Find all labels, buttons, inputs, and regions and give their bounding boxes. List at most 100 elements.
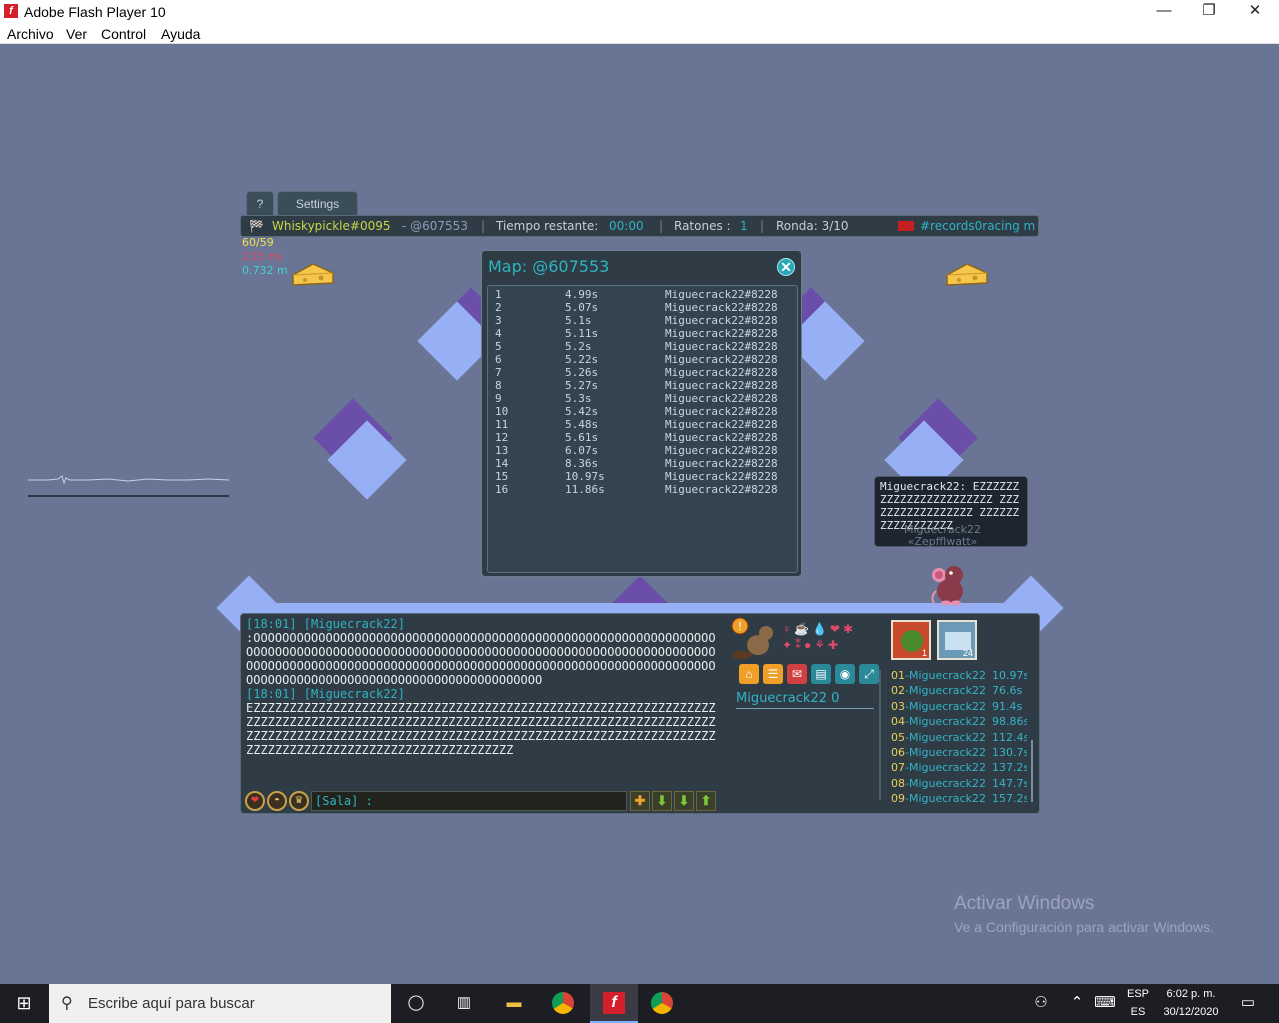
windows-start-icon[interactable]: ⊞ bbox=[13, 992, 35, 1014]
winter-badge-icon[interactable]: 24 bbox=[937, 620, 977, 660]
map-records-panel: Map: @607553 ✕ 1 4.99s Miguecrack22#8228 2 5… bbox=[481, 250, 802, 577]
language-bottom[interactable]: ES bbox=[1124, 1006, 1152, 1018]
separator: | bbox=[760, 219, 765, 233]
keyboard-icon[interactable]: ⌨ bbox=[1094, 992, 1116, 1014]
ranking-time: 91.4s bbox=[992, 699, 1023, 713]
shaman-name[interactable]: Whiskypickle#0095 bbox=[272, 216, 391, 236]
record-player[interactable]: Miguecrack22#8228 bbox=[665, 483, 778, 496]
record-player[interactable]: Miguecrack22#8228 bbox=[665, 418, 778, 431]
player-name-text: Miguecrack22 bbox=[736, 691, 827, 706]
ranking-scrollbar-thumb[interactable] bbox=[1031, 740, 1033, 802]
round-counter: Ronda: 3/10 bbox=[776, 219, 849, 233]
expand-chat-icon[interactable]: ✚ bbox=[630, 791, 650, 811]
chrome-icon[interactable] bbox=[651, 992, 673, 1014]
ranking-player: -Miguecrack22 bbox=[905, 776, 986, 790]
record-time: 4.99s bbox=[565, 288, 599, 301]
record-player[interactable]: Miguecrack22#8228 bbox=[665, 444, 778, 457]
ranking-row[interactable]: 07-Miguecrack22 137.2s bbox=[891, 760, 1027, 775]
chat-message: EZZZZZZZZZZZZZZZZZZZZZZZZZZZZZZZZZZZZZZZ… bbox=[246, 701, 716, 757]
chrome-icon[interactable] bbox=[552, 992, 574, 1014]
record-player[interactable]: Miguecrack22#8228 bbox=[665, 470, 778, 483]
record-player[interactable]: Miguecrack22#8228 bbox=[665, 431, 778, 444]
people-icon[interactable]: ⚇ bbox=[1030, 992, 1052, 1014]
player-avatar[interactable]: ! bbox=[730, 617, 776, 661]
record-player[interactable]: Miguecrack22#8228 bbox=[665, 405, 778, 418]
mouse-character[interactable] bbox=[926, 561, 970, 607]
clock-date[interactable]: 30/12/2020 bbox=[1158, 1006, 1224, 1018]
ranking-row[interactable]: 02-Miguecrack22 76.6s bbox=[891, 683, 1027, 698]
ranking-row[interactable]: 03-Miguecrack22 91.4s bbox=[891, 699, 1027, 714]
record-row: 16 11.86s Miguecrack22#8228 bbox=[495, 483, 795, 496]
arrow-down-icon[interactable]: ⬇ bbox=[674, 791, 694, 811]
menu-ver[interactable]: Ver bbox=[66, 26, 87, 42]
chat-bubble-icon[interactable]: ▤ bbox=[811, 664, 831, 684]
player-name[interactable]: Miguecrack22 0 bbox=[736, 691, 839, 706]
ranking-position: 02 bbox=[891, 684, 905, 698]
record-player[interactable]: Miguecrack22#8228 bbox=[665, 288, 778, 301]
ranking-row[interactable]: 05-Miguecrack22 112.4s bbox=[891, 730, 1027, 745]
status-icons[interactable]: ♀☕💧❤✱ ✦⁑●⚘✚ bbox=[782, 621, 872, 653]
flash-taskbar-item[interactable]: f bbox=[590, 984, 638, 1023]
record-rank: 12 bbox=[495, 431, 509, 444]
settings-tab[interactable]: Settings bbox=[277, 191, 358, 215]
notification-icon[interactable]: ▭ bbox=[1237, 992, 1259, 1014]
chat-input[interactable]: [Sala] : bbox=[311, 791, 627, 811]
home-icon[interactable]: ⌂ bbox=[739, 664, 759, 684]
tribe-icon[interactable]: ◓ bbox=[267, 791, 287, 811]
shop-icon[interactable]: ♛ bbox=[289, 791, 309, 811]
heart-icon[interactable]: ❤ bbox=[245, 791, 265, 811]
taskbar-search[interactable]: ⚲ Escribe aquí para buscar bbox=[49, 984, 391, 1023]
minimize-button[interactable]: — bbox=[1141, 0, 1187, 24]
record-player[interactable]: Miguecrack22#8228 bbox=[665, 379, 778, 392]
chevron-up-icon[interactable]: ⌃ bbox=[1066, 992, 1088, 1014]
ranking-row[interactable]: 06-Miguecrack22 130.7s bbox=[891, 745, 1027, 760]
cortana-icon[interactable]: ◯ bbox=[405, 992, 427, 1014]
record-row: 3 5.1s Miguecrack22#8228 bbox=[495, 314, 795, 327]
language-top[interactable]: ESP bbox=[1124, 988, 1152, 1000]
close-icon[interactable]: ✕ bbox=[777, 258, 795, 276]
fullscreen-icon[interactable]: ⤢ bbox=[859, 664, 879, 684]
clock-time[interactable]: 6:02 p. m. bbox=[1158, 988, 1224, 1000]
record-player[interactable]: Miguecrack22#8228 bbox=[665, 392, 778, 405]
arrow-up-icon[interactable]: ⬆ bbox=[696, 791, 716, 811]
ranking-player: -Miguecrack22 bbox=[905, 746, 986, 759]
record-player[interactable]: Miguecrack22#8228 bbox=[665, 301, 778, 314]
ranking-row[interactable]: 04-Miguecrack22 98.86s bbox=[891, 714, 1027, 729]
ranking-row[interactable]: 08-Miguecrack22 147.7s bbox=[891, 776, 1027, 791]
record-player[interactable]: Miguecrack22#8228 bbox=[665, 327, 778, 340]
wardrobe-icon[interactable]: ✉ bbox=[787, 664, 807, 684]
close-button[interactable]: ✕ bbox=[1232, 0, 1278, 24]
record-time: 5.1s bbox=[565, 314, 592, 327]
arrow-down-small-icon[interactable]: ⬇ bbox=[652, 791, 672, 811]
menu-control[interactable]: Control bbox=[101, 26, 146, 42]
records-list[interactable]: 1 4.99s Miguecrack22#8228 2 5.07s Miguecrack2… bbox=[487, 285, 798, 573]
record-player[interactable]: Miguecrack22#8228 bbox=[665, 314, 778, 327]
record-player[interactable]: Miguecrack22#8228 bbox=[665, 366, 778, 379]
elf-badge-icon[interactable]: 1 bbox=[891, 620, 931, 660]
help-tab[interactable]: ? bbox=[246, 191, 274, 215]
discord-icon[interactable]: ◉ bbox=[835, 664, 855, 684]
record-player[interactable]: Miguecrack22#8228 bbox=[665, 457, 778, 470]
ranking-row[interactable]: 09-Miguecrack22 157.2s bbox=[891, 791, 1027, 806]
chat-timestamp[interactable]: [18:01] [Miguecrack22] bbox=[246, 617, 720, 631]
window-titlebar: f Adobe Flash Player 10 — ❐ ✕ bbox=[0, 0, 1279, 24]
record-player[interactable]: Miguecrack22#8228 bbox=[665, 340, 778, 353]
task-view-icon[interactable]: ▥ bbox=[453, 992, 475, 1014]
record-rank: 4 bbox=[495, 327, 502, 340]
maximize-button[interactable]: ❐ bbox=[1186, 0, 1232, 24]
chat-timestamp[interactable]: [18:01] [Miguecrack22] bbox=[246, 687, 720, 701]
menu-archivo[interactable]: Archivo bbox=[7, 26, 54, 42]
chat-log[interactable]: [18:01] [Miguecrack22] :OOOOOOOOOOOOOOOO… bbox=[246, 617, 720, 789]
record-player[interactable]: Miguecrack22#8228 bbox=[665, 353, 778, 366]
ranking-row[interactable]: 01-Miguecrack22 10.97s bbox=[891, 668, 1027, 683]
record-row: 2 5.07s Miguecrack22#8228 bbox=[495, 301, 795, 314]
record-row: 5 5.2s Miguecrack22#8228 bbox=[495, 340, 795, 353]
room-name[interactable]: #records0racing m bbox=[920, 216, 1035, 236]
ranking-position: 09 bbox=[891, 792, 905, 806]
ranking-scrollbar[interactable] bbox=[879, 670, 881, 800]
menu-ayuda[interactable]: Ayuda bbox=[161, 26, 200, 42]
file-explorer-icon[interactable]: ▬ bbox=[503, 992, 525, 1014]
list-icon[interactable]: ☰ bbox=[763, 664, 783, 684]
map-code[interactable]: - @607553 bbox=[402, 216, 468, 236]
game-infobar: 🏁 Whiskypickle#0095 - @607553 | Tiempo r… bbox=[240, 215, 1039, 237]
